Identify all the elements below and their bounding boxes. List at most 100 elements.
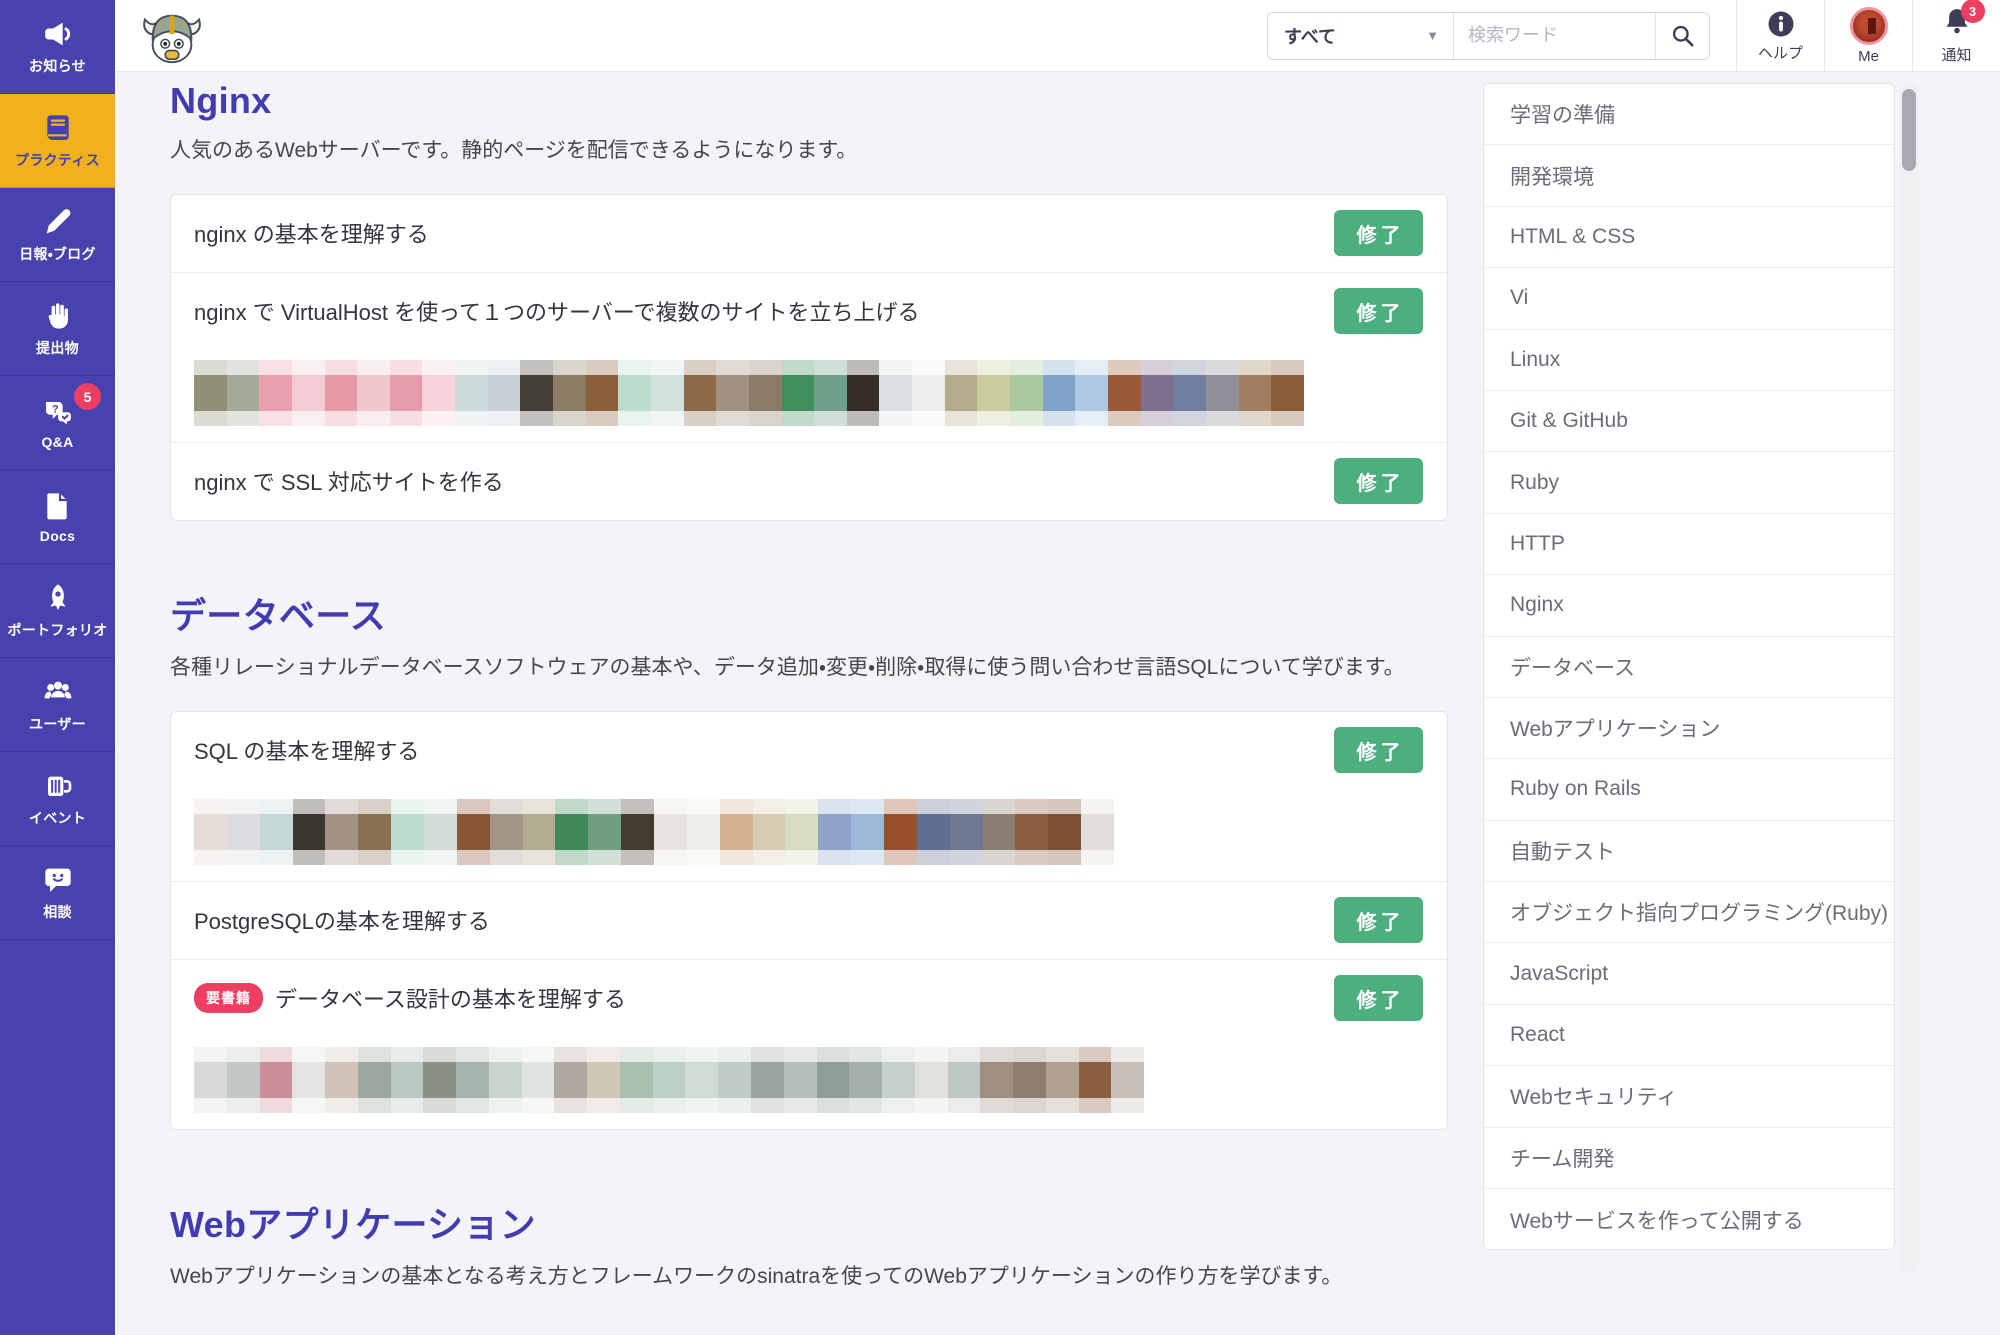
completed-button[interactable]: 修了 — [1334, 897, 1423, 943]
mascot-logo-icon — [141, 5, 203, 67]
blurred-avatar — [1048, 799, 1081, 865]
blurred-avatar — [849, 1047, 882, 1113]
sidebar-item-7[interactable]: ポートフォリオ — [0, 564, 115, 658]
sidebar-item-label: イベント — [29, 808, 86, 828]
search-bar: すべて ▼ — [1267, 12, 1710, 60]
main-content: Nginx人気のあるWebサーバーです。静的ページを配信できるようになります。n… — [170, 72, 1448, 1292]
completed-button[interactable]: 修了 — [1334, 288, 1423, 334]
practice-title-link[interactable]: nginx で SSL 対応サイトを作る — [194, 465, 504, 497]
category-item[interactable]: Webセキュリティ — [1484, 1066, 1894, 1127]
completed-button[interactable]: 修了 — [1334, 458, 1423, 504]
completed-button[interactable]: 修了 — [1334, 975, 1423, 1021]
section-description: 各種リレーショナルデータベースソフトウェアの基本や、データ追加・変更・削除・取得… — [170, 653, 1448, 683]
blurred-avatar — [588, 799, 621, 865]
category-item[interactable]: チーム開発 — [1484, 1128, 1894, 1189]
search-scope-select[interactable]: すべて ▼ — [1268, 13, 1454, 59]
category-item[interactable]: HTTP — [1484, 514, 1894, 575]
blurred-avatar — [950, 799, 983, 865]
practice-row: 要書籍データベース設計の基本を理解する修了 — [171, 960, 1447, 1129]
sidebar-item-2[interactable]: プラクティス — [0, 94, 115, 188]
practice-title-link[interactable]: nginx の基本を理解する — [194, 217, 429, 249]
app-root: お知らせプラクティス日報・ブログ提出物?Q&A5 Docs ポートフォリオユーザーイ… — [0, 0, 2000, 1335]
category-item[interactable]: Webアプリケーション — [1484, 698, 1894, 759]
category-item[interactable]: Linux — [1484, 330, 1894, 391]
search-icon — [1670, 23, 1696, 49]
sidebar-item-1[interactable]: お知らせ — [0, 0, 115, 94]
notifications-button[interactable]: 3 通知 — [1912, 0, 2000, 72]
blurred-avatar — [587, 1047, 620, 1113]
blurred-avatar — [456, 1047, 489, 1113]
help-button[interactable]: ヘルプ — [1736, 0, 1824, 72]
category-item[interactable]: HTML & CSS — [1484, 207, 1894, 268]
category-item[interactable]: 開発環境 — [1484, 145, 1894, 206]
blurred-avatar — [983, 799, 1016, 865]
blurred-avatar — [325, 799, 358, 865]
sidebar-item-10[interactable]: 相談 — [0, 846, 115, 940]
blurred-avatar — [687, 799, 720, 865]
blurred-avatar — [654, 799, 687, 865]
blurred-avatar — [785, 799, 818, 865]
blurred-avatar — [260, 799, 293, 865]
blurred-avatar — [554, 1047, 587, 1113]
blurred-avatar — [620, 1047, 653, 1113]
blurred-avatar — [782, 360, 815, 426]
practice-title-link[interactable]: nginx で VirtualHost を使って１つのサーバーで複数のサイトを立… — [194, 295, 920, 327]
search-scope-value: すべて — [1284, 23, 1336, 49]
completed-button[interactable]: 修了 — [1334, 727, 1423, 773]
blurred-avatar — [358, 799, 391, 865]
blurred-avatar — [1271, 360, 1304, 426]
category-item[interactable]: Ruby on Rails — [1484, 759, 1894, 820]
category-item[interactable]: Vi — [1484, 268, 1894, 329]
blurred-avatar — [227, 360, 260, 426]
practice-title-line: 要書籍データベース設計の基本を理解する — [194, 975, 1423, 1021]
pencil-icon — [42, 206, 74, 238]
blurred-avatars-strip — [194, 360, 1304, 426]
blurred-avatar — [847, 360, 880, 426]
categories-panel: 学習の準備開発環境HTML & CSSViLinuxGit & GitHubRu… — [1483, 83, 1895, 1250]
blurred-avatar — [1043, 360, 1076, 426]
category-item[interactable]: Nginx — [1484, 575, 1894, 636]
blurred-avatar — [455, 360, 488, 426]
practice-title-link[interactable]: データベース設計の基本を理解する — [275, 982, 626, 1014]
practice-title-link[interactable]: SQL の基本を理解する — [194, 734, 419, 766]
blurred-avatars-strip — [194, 1047, 1144, 1113]
rocket-icon — [42, 582, 74, 614]
sidebar-item-8[interactable]: ユーザー — [0, 658, 115, 752]
blurred-avatar — [325, 1047, 358, 1113]
category-item[interactable]: 自動テスト — [1484, 821, 1894, 882]
sidebar-item-label: Docs — [40, 528, 75, 544]
me-button[interactable]: Me — [1824, 0, 1912, 72]
blurred-avatar — [720, 799, 753, 865]
blurred-avatar — [1239, 360, 1272, 426]
section-title: Nginx — [170, 80, 1448, 122]
sidebar-item-label: お知らせ — [29, 56, 86, 76]
me-label: Me — [1858, 48, 1879, 65]
category-item[interactable]: Ruby — [1484, 452, 1894, 513]
blurred-avatar — [1013, 1047, 1046, 1113]
sidebar-item-label: 日報・ブログ — [19, 244, 96, 264]
completed-button[interactable]: 修了 — [1334, 210, 1423, 256]
categories-scrollbar-track[interactable] — [1899, 83, 1919, 1273]
search-button[interactable] — [1655, 13, 1709, 59]
category-item[interactable]: オブジェクト指向プログラミング(Ruby) — [1484, 882, 1894, 943]
sidebar-item-9[interactable]: イベント — [0, 752, 115, 846]
sidebar-item-3[interactable]: 日報・ブログ — [0, 188, 115, 282]
book-required-badge: 要書籍 — [194, 983, 263, 1013]
blurred-avatar — [718, 1047, 751, 1113]
category-item[interactable]: Git & GitHub — [1484, 391, 1894, 452]
category-item[interactable]: React — [1484, 1005, 1894, 1066]
blurred-avatar — [1079, 1047, 1112, 1113]
category-item[interactable]: JavaScript — [1484, 943, 1894, 1004]
app-logo[interactable] — [141, 5, 203, 67]
sidebar-item-4[interactable]: 提出物 — [0, 282, 115, 376]
category-item[interactable]: Webサービスを作って公開する — [1484, 1189, 1894, 1250]
category-item[interactable]: 学習の準備 — [1484, 84, 1894, 145]
blurred-avatar — [586, 360, 619, 426]
blurred-avatar — [684, 360, 717, 426]
sidebar-item-5[interactable]: ?Q&A5 — [0, 376, 115, 470]
search-input[interactable] — [1454, 13, 1655, 59]
sidebar-item-6[interactable]: Docs — [0, 470, 115, 564]
categories-scrollbar-thumb[interactable] — [1902, 89, 1916, 171]
category-item[interactable]: データベース — [1484, 637, 1894, 698]
practice-title-link[interactable]: PostgreSQLの基本を理解する — [194, 904, 490, 936]
